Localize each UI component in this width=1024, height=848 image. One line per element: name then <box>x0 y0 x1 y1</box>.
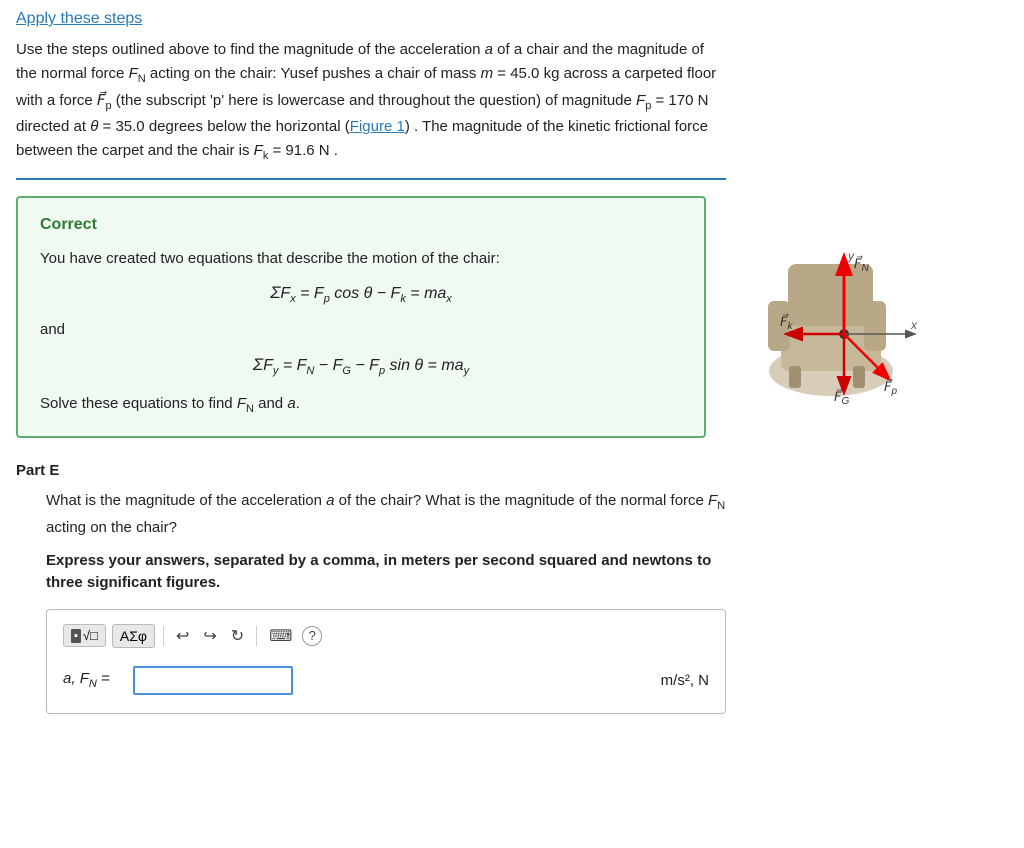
redo-btn[interactable]: ↪ <box>199 624 220 648</box>
help-btn[interactable]: ? <box>302 626 322 646</box>
correct-body: You have created two equations that desc… <box>40 246 682 418</box>
section-divider <box>16 178 726 180</box>
correct-title: Correct <box>40 216 682 234</box>
sqrt-icon: √□ <box>83 628 98 643</box>
equation-1: ΣFx = Fp cos θ − Fk = max <box>40 279 682 309</box>
answer-label: a, FN = <box>63 670 123 690</box>
block-icon-btn[interactable]: ▪ √□ <box>63 624 106 647</box>
answer-row: a, FN = m/s², N <box>63 666 709 695</box>
svg-text:F⃗p: F⃗p <box>884 378 897 396</box>
answer-box: ▪ √□ ΑΣφ ↩ ↪ ↻ ⌨ ? a, FN = m/s², N <box>46 609 726 714</box>
toolbar: ▪ √□ ΑΣφ ↩ ↪ ↻ ⌨ ? <box>63 624 709 652</box>
undo-btn[interactable]: ↩ <box>172 624 193 648</box>
part-e-instruction: Express your answers, separated by a com… <box>46 550 726 595</box>
intro-paragraph: Use the steps outlined above to find the… <box>16 38 726 166</box>
toolbar-separator-1 <box>163 626 164 646</box>
refresh-btn[interactable]: ↻ <box>227 624 248 648</box>
and-text: and <box>40 317 682 343</box>
svg-text:y: y <box>847 249 855 263</box>
greek-btn[interactable]: ΑΣφ <box>112 624 155 648</box>
chair-diagram: F⃗N F⃗k F⃗G F⃗p x y <box>726 196 926 416</box>
equation-2: ΣFy = FN − FG − Fp sin θ = may <box>40 351 682 381</box>
main-layout: Correct You have created two equations t… <box>16 196 1008 438</box>
apply-title[interactable]: Apply these steps <box>16 10 1008 28</box>
solve-text: Solve these equations to find FN and a. <box>40 391 682 419</box>
answer-input[interactable] <box>133 666 293 695</box>
chair-diagram-svg: F⃗N F⃗k F⃗G F⃗p x y <box>726 196 926 416</box>
part-e-label: Part E <box>16 462 726 479</box>
part-e-section: Part E What is the magnitude of the acce… <box>16 462 726 714</box>
correct-desc: You have created two equations that desc… <box>40 246 682 272</box>
answer-unit: m/s², N <box>661 672 709 689</box>
part-e-question: What is the magnitude of the acceleratio… <box>46 489 726 540</box>
figure-link[interactable]: Figure 1 <box>350 118 405 135</box>
keyboard-btn[interactable]: ⌨ <box>265 624 296 648</box>
correct-box: Correct You have created two equations t… <box>16 196 706 438</box>
svg-text:x: x <box>910 318 918 332</box>
toolbar-separator-2 <box>256 626 257 646</box>
block-icon: ▪ <box>71 629 81 643</box>
